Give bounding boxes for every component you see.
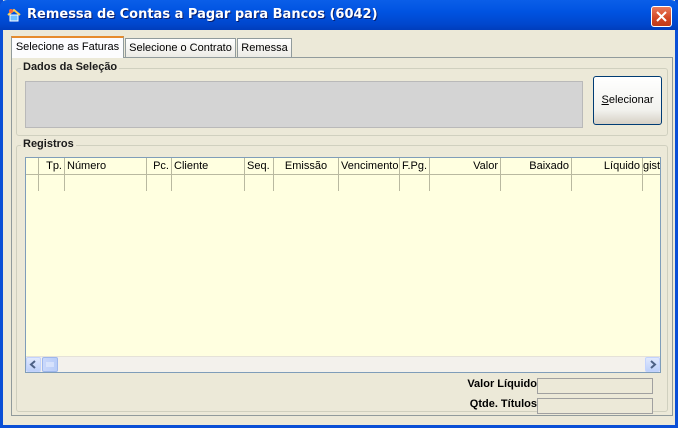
qtde-titulos-label: Qtde. Títulos [469, 398, 537, 410]
close-button[interactable] [651, 6, 672, 27]
row-emissao-divider [274, 175, 339, 191]
row-baixado-divider [501, 175, 572, 191]
row-indicator-divider [26, 175, 39, 191]
tab-selecione-faturas[interactable]: Selecione as Faturas [11, 36, 124, 58]
column-header-numero[interactable]: Número [65, 158, 147, 175]
scroll-thumb[interactable] [42, 357, 58, 372]
tab-selecione-contrato[interactable]: Selecione o Contrato [125, 38, 236, 57]
column-header-emissao[interactable]: Emissão [274, 158, 339, 175]
row-valor-divider [430, 175, 501, 191]
selection-group: Dados da Seleção Selecionar [16, 61, 668, 136]
column-header-cliente[interactable]: Cliente [172, 158, 245, 175]
close-icon [656, 11, 667, 22]
main-window: Remessa de Contas a Pagar para Bancos (6… [0, 0, 678, 428]
row-cliente-divider [172, 175, 245, 191]
records-group: Registros Tp. Número Pc. Cliente Seq. Em… [16, 138, 668, 414]
qtde-titulos-field [537, 398, 653, 414]
row-fpg-divider [400, 175, 430, 191]
scroll-left-button[interactable] [26, 357, 41, 372]
selection-group-label: Dados da Seleção [21, 61, 120, 73]
column-header-indicator [26, 158, 39, 175]
select-button-label: elecionar [608, 94, 654, 106]
valor-liquido-label: Valor Líquido [467, 378, 537, 390]
grip-icon [46, 362, 54, 367]
column-header-valor[interactable]: Valor [430, 158, 501, 175]
title-bar[interactable]: Remessa de Contas a Pagar para Bancos (6… [0, 0, 678, 30]
tab-panel-faturas: Dados da Seleção Selecionar Registros Tp… [11, 57, 673, 416]
app-icon [7, 8, 21, 22]
select-button[interactable]: Selecionar [593, 76, 662, 125]
selection-data-display [25, 81, 583, 128]
records-grid[interactable]: Tp. Número Pc. Cliente Seq. Emissão Venc… [25, 157, 661, 373]
column-header-liquido[interactable]: Líquido [572, 158, 643, 175]
column-header-seq[interactable]: Seq. [245, 158, 274, 175]
valor-liquido-field [537, 378, 653, 394]
row-seq-divider [245, 175, 274, 191]
row-numero-divider [65, 175, 147, 191]
select-button-accel: S [601, 94, 609, 106]
horizontal-scrollbar[interactable] [26, 356, 660, 372]
column-header-fpg[interactable]: F.Pg. [400, 158, 430, 175]
row-vencimento-divider [339, 175, 400, 191]
column-header-registro[interactable]: gist [643, 158, 660, 175]
column-header-pc[interactable]: Pc. [147, 158, 172, 175]
grid-header: Tp. Número Pc. Cliente Seq. Emissão Venc… [26, 158, 660, 175]
column-header-tp[interactable]: Tp. [39, 158, 65, 175]
row-tp-divider [39, 175, 65, 191]
column-header-vencimento[interactable]: Vencimento [339, 158, 400, 175]
column-header-baixado[interactable]: Baixado [501, 158, 572, 175]
scroll-right-button[interactable] [645, 357, 660, 372]
records-group-label: Registros [21, 138, 76, 150]
row-pc-divider [147, 175, 172, 191]
arrow-left-icon [29, 360, 36, 369]
tab-remessa[interactable]: Remessa [237, 38, 292, 57]
row-liquido-divider [572, 175, 643, 191]
window-title: Remessa de Contas a Pagar para Bancos (6… [27, 7, 378, 22]
arrow-right-icon [650, 360, 657, 369]
